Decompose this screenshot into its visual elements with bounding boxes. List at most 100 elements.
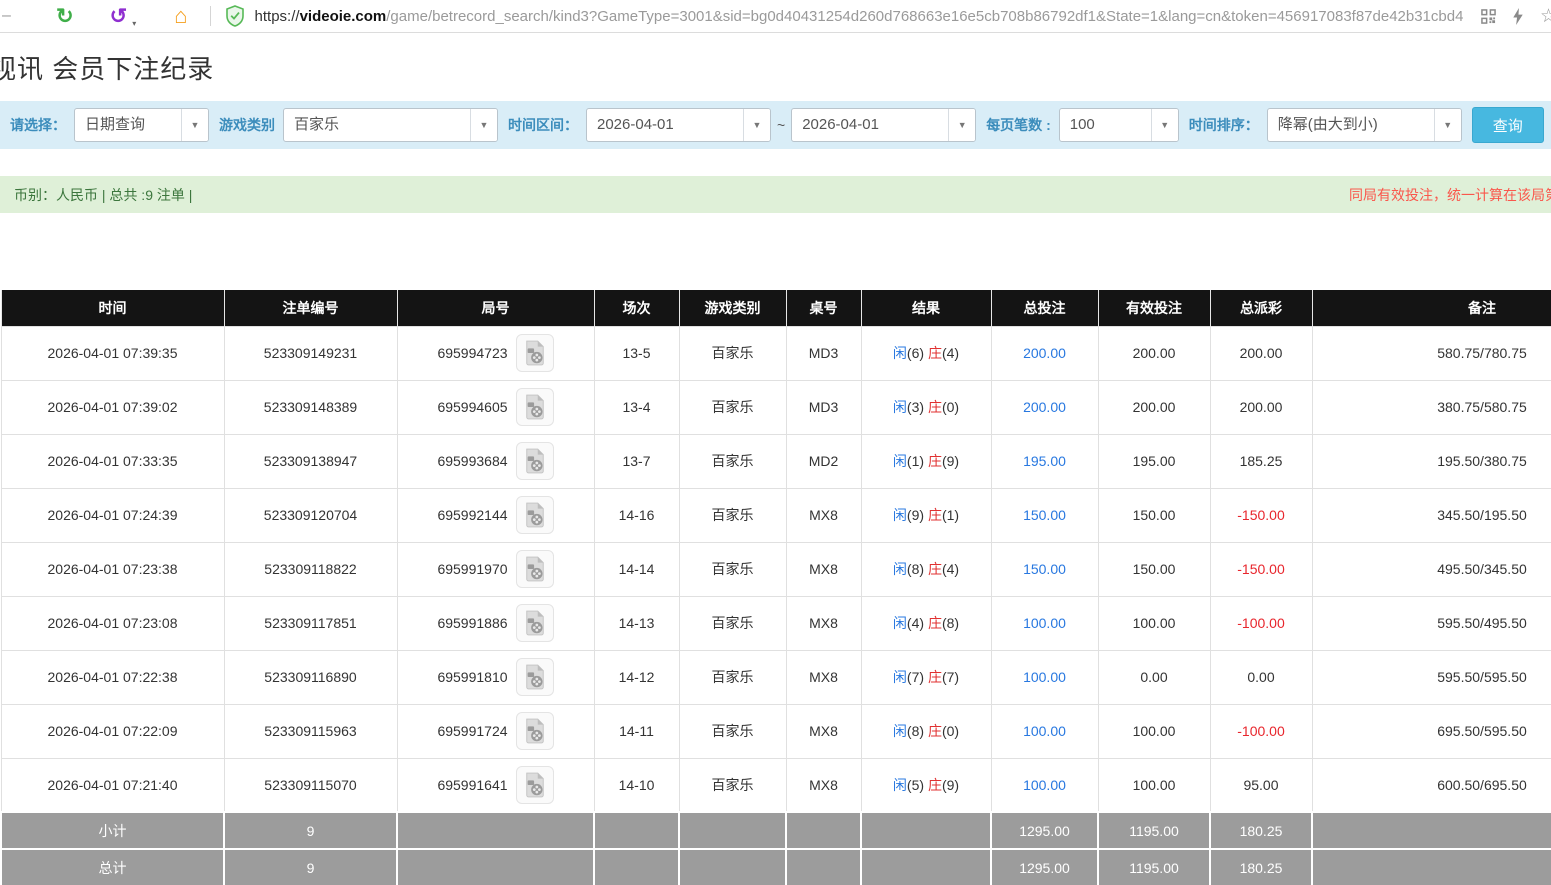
table-row: 2026-04-01 07:23:38 523309118822 6959919… — [1, 542, 1551, 596]
date-from-select[interactable]: 2026-04-01 ▼ — [586, 108, 771, 142]
round-id-text: 695994605 — [437, 399, 507, 415]
url-host: videoie.com — [300, 8, 387, 25]
cell-table-no: MX8 — [786, 650, 861, 704]
video-replay-button[interactable] — [516, 604, 554, 642]
cell-table-no: MX8 — [786, 542, 861, 596]
time-sort-select[interactable]: 降幂(由大到小) ▼ — [1267, 108, 1462, 142]
total-bet-link[interactable]: 100.00 — [1023, 723, 1066, 739]
banker-result-label: 庄 — [928, 399, 942, 415]
cell-table-no: MX8 — [786, 758, 861, 812]
total-row: 总计 9 1295.00 1195.00 180.25 — [1, 849, 1551, 885]
total-bet-link[interactable]: 150.00 — [1023, 507, 1066, 523]
cell-total-bet: 200.00 — [991, 326, 1098, 380]
chevron-down-icon[interactable]: ▼ — [948, 109, 975, 141]
cell-time: 2026-04-01 07:21:40 — [1, 758, 224, 812]
video-replay-button[interactable] — [516, 442, 554, 480]
cell-game-type: 百家乐 — [679, 434, 786, 488]
cell-game-type: 百家乐 — [679, 650, 786, 704]
chevron-down-icon[interactable]: ▼ — [1151, 109, 1178, 141]
video-replay-button[interactable] — [516, 712, 554, 750]
cell-table-no: MD3 — [786, 326, 861, 380]
total-bet-link[interactable]: 150.00 — [1023, 561, 1066, 577]
banker-result-label: 庄 — [928, 507, 942, 523]
cell-round-id: 695991724 — [397, 704, 594, 758]
lightning-icon[interactable] — [1508, 6, 1528, 27]
cell-round-id: 695991641 — [397, 758, 594, 812]
player-result-label: 闲 — [893, 507, 907, 523]
total-count: 9 — [224, 849, 397, 885]
total-payout: 180.25 — [1210, 849, 1312, 885]
total-bet-link[interactable]: 100.00 — [1023, 615, 1066, 631]
total-bet-link[interactable]: 100.00 — [1023, 669, 1066, 685]
url-text[interactable]: https://videoie.com/game/betrecord_searc… — [255, 8, 1463, 25]
chevron-down-icon[interactable]: ▼ — [470, 109, 497, 141]
round-id-text: 695993684 — [437, 453, 507, 469]
header-total-bet: 总投注 — [991, 290, 1098, 326]
address-bar[interactable]: https://videoie.com/game/betrecord_searc… — [245, 8, 1463, 25]
total-bet-link[interactable]: 195.00 — [1023, 453, 1066, 469]
subtotal-row: 小计 9 1295.00 1195.00 180.25 — [1, 812, 1551, 849]
qr-code-icon[interactable] — [1477, 7, 1500, 26]
player-result-count: (3) — [907, 399, 924, 415]
header-payout: 总派彩 — [1210, 290, 1312, 326]
bookmark-star-icon[interactable]: ☆ — [1536, 5, 1551, 28]
cell-valid-bet: 200.00 — [1098, 380, 1210, 434]
round-id-text: 695992144 — [437, 507, 507, 523]
total-total-bet: 1295.00 — [991, 849, 1098, 885]
cell-session: 14-12 — [594, 650, 679, 704]
game-type-select[interactable]: 百家乐 ▼ — [283, 108, 498, 142]
cell-game-type: 百家乐 — [679, 758, 786, 812]
refresh-icon[interactable]: ↻ — [52, 4, 78, 29]
cell-session: 13-5 — [594, 326, 679, 380]
cell-payout: 0.00 — [1210, 650, 1312, 704]
header-game-type: 游戏类别 — [679, 290, 786, 326]
date-to-select[interactable]: 2026-04-01 ▼ — [791, 108, 976, 142]
cell-payout: 185.25 — [1210, 434, 1312, 488]
query-mode-select[interactable]: 日期查询 ▼ — [74, 108, 209, 142]
cell-bet-id: 523309117851 — [224, 596, 397, 650]
video-replay-button[interactable] — [516, 496, 554, 534]
cell-round-id: 695993684 — [397, 434, 594, 488]
toolbar-divider — [210, 6, 211, 26]
undo-dropdown-caret[interactable]: ▾ — [132, 19, 136, 32]
table-row: 2026-04-01 07:21:40 523309115070 6959916… — [1, 758, 1551, 812]
chevron-down-icon[interactable]: ▼ — [1434, 109, 1461, 141]
round-id-text: 695991724 — [437, 723, 507, 739]
cell-table-no: MX8 — [786, 488, 861, 542]
cell-result: 闲(1) 庄(9) — [861, 434, 991, 488]
summary-note: 同局有效投注，统一计算在该局第 — [1349, 185, 1551, 205]
filter-bar: 请选择： 日期查询 ▼ 游戏类别 百家乐 ▼ 时间区间： 2026-04-01 … — [0, 101, 1551, 149]
cell-round-id: 695992144 — [397, 488, 594, 542]
cell-bet-id: 523309138947 — [224, 434, 397, 488]
time-sort-label: 时间排序： — [1189, 115, 1259, 135]
chevron-down-icon[interactable]: ▼ — [743, 109, 770, 141]
subtotal-payout: 180.25 — [1210, 812, 1312, 849]
cell-valid-bet: 100.00 — [1098, 758, 1210, 812]
video-replay-button[interactable] — [516, 658, 554, 696]
cell-game-type: 百家乐 — [679, 326, 786, 380]
cell-payout: -100.00 — [1210, 704, 1312, 758]
security-shield-icon[interactable] — [225, 5, 245, 27]
cell-valid-bet: 195.00 — [1098, 434, 1210, 488]
cell-valid-bet: 200.00 — [1098, 326, 1210, 380]
total-bet-link[interactable]: 200.00 — [1023, 345, 1066, 361]
chevron-down-icon[interactable]: ▼ — [181, 109, 208, 141]
cell-round-id: 695991886 — [397, 596, 594, 650]
search-button[interactable]: 查询 — [1472, 107, 1544, 143]
cell-time: 2026-04-01 07:22:09 — [1, 704, 224, 758]
cell-payout: -150.00 — [1210, 542, 1312, 596]
total-bet-link[interactable]: 200.00 — [1023, 399, 1066, 415]
cell-game-type: 百家乐 — [679, 380, 786, 434]
total-bet-link[interactable]: 100.00 — [1023, 777, 1066, 793]
video-replay-button[interactable] — [516, 550, 554, 588]
undo-icon[interactable]: ↺ — [106, 4, 132, 29]
video-replay-button[interactable] — [516, 388, 554, 426]
page-size-select[interactable]: 100 ▼ — [1059, 108, 1179, 142]
cell-payout: 200.00 — [1210, 326, 1312, 380]
table-body: 2026-04-01 07:39:35 523309149231 6959947… — [1, 326, 1551, 812]
table-row: 2026-04-01 07:33:35 523309138947 6959936… — [1, 434, 1551, 488]
video-replay-button[interactable] — [516, 766, 554, 804]
subtotal-valid-bet: 1195.00 — [1098, 812, 1210, 849]
home-icon[interactable]: ⌂ — [170, 3, 191, 29]
video-replay-button[interactable] — [516, 334, 554, 372]
